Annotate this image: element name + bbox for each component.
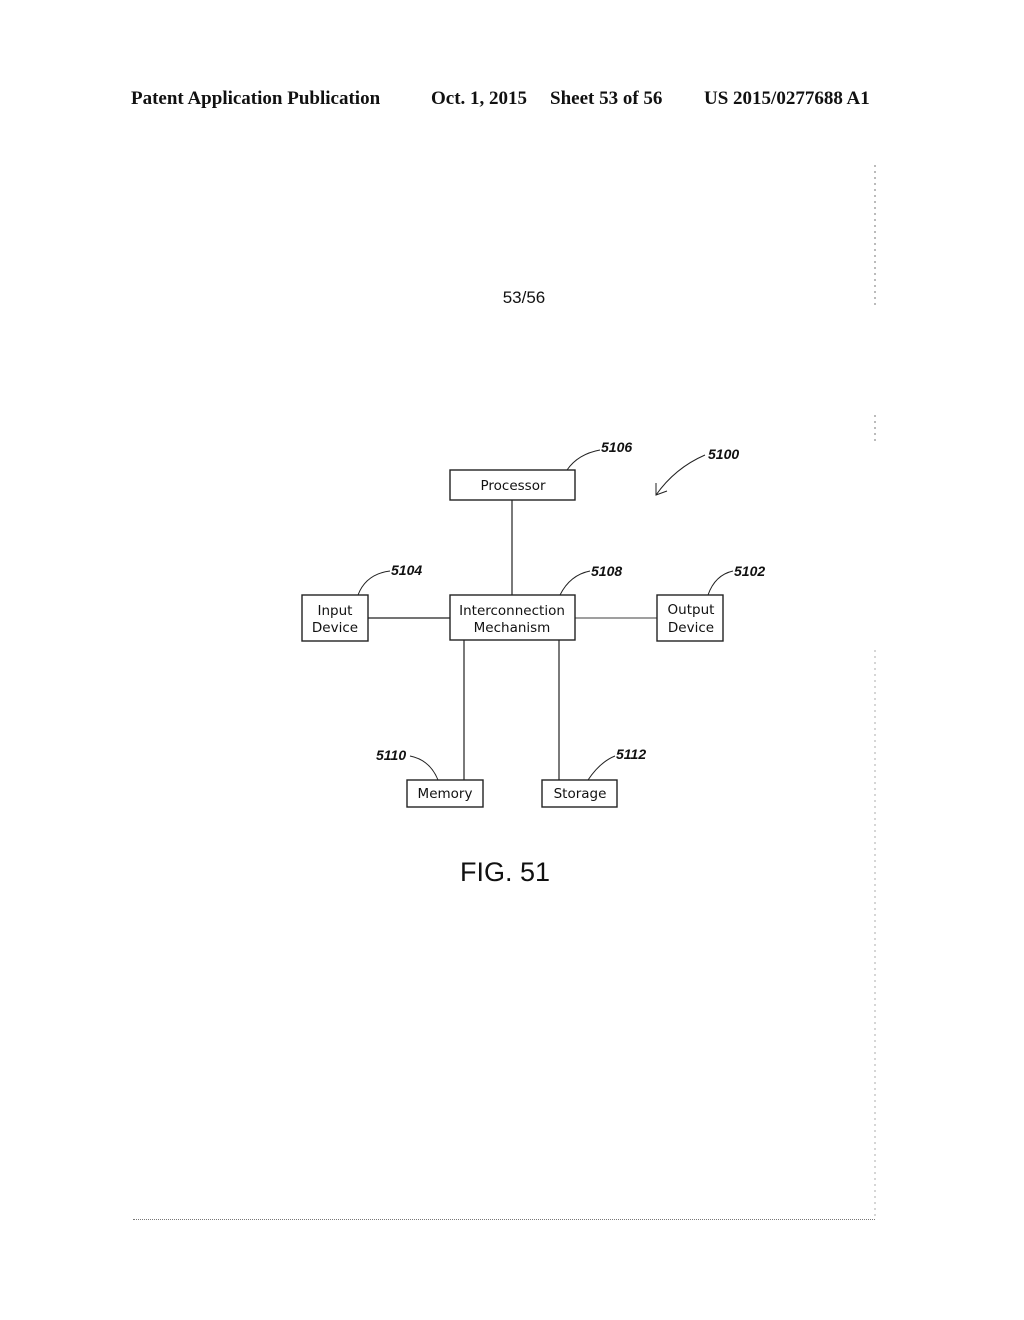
output-device-label-line2: Device [668, 620, 714, 636]
ref-5110: 5110 [376, 747, 406, 763]
leader-5110 [409, 755, 439, 781]
leader-5102 [707, 570, 734, 596]
storage-label: Storage [554, 786, 607, 802]
ref-5100: 5100 [708, 446, 739, 462]
figure-label: FIG. 51 [459, 857, 551, 887]
ref-5108: 5108 [591, 563, 622, 579]
bottom-rule [133, 1219, 875, 1220]
scan-edge-artifact [874, 415, 876, 445]
system-arrow-shaft [655, 454, 706, 496]
ref-5112: 5112 [616, 746, 646, 762]
memory-label: Memory [418, 786, 473, 802]
leader-5108 [559, 570, 591, 596]
ref-5102: 5102 [734, 563, 765, 579]
ref-5106: 5106 [601, 439, 632, 455]
input-device-label-line2: Device [312, 620, 358, 636]
output-device-label-line1: Output [668, 602, 715, 618]
leader-5112 [587, 755, 616, 781]
interconnection-label-line2: Mechanism [474, 620, 551, 636]
scan-edge-artifact [874, 165, 876, 305]
scan-edge-artifact [874, 650, 876, 1220]
leader-5106 [566, 449, 601, 471]
block-diagram: Processor Interconnection Mechanism Inpu… [301, 439, 765, 808]
ref-5104: 5104 [391, 562, 422, 578]
interconnection-label-line1: Interconnection [459, 603, 565, 619]
input-device-label-line1: Input [318, 603, 353, 619]
leader-5104 [357, 570, 391, 596]
processor-label: Processor [480, 478, 545, 494]
